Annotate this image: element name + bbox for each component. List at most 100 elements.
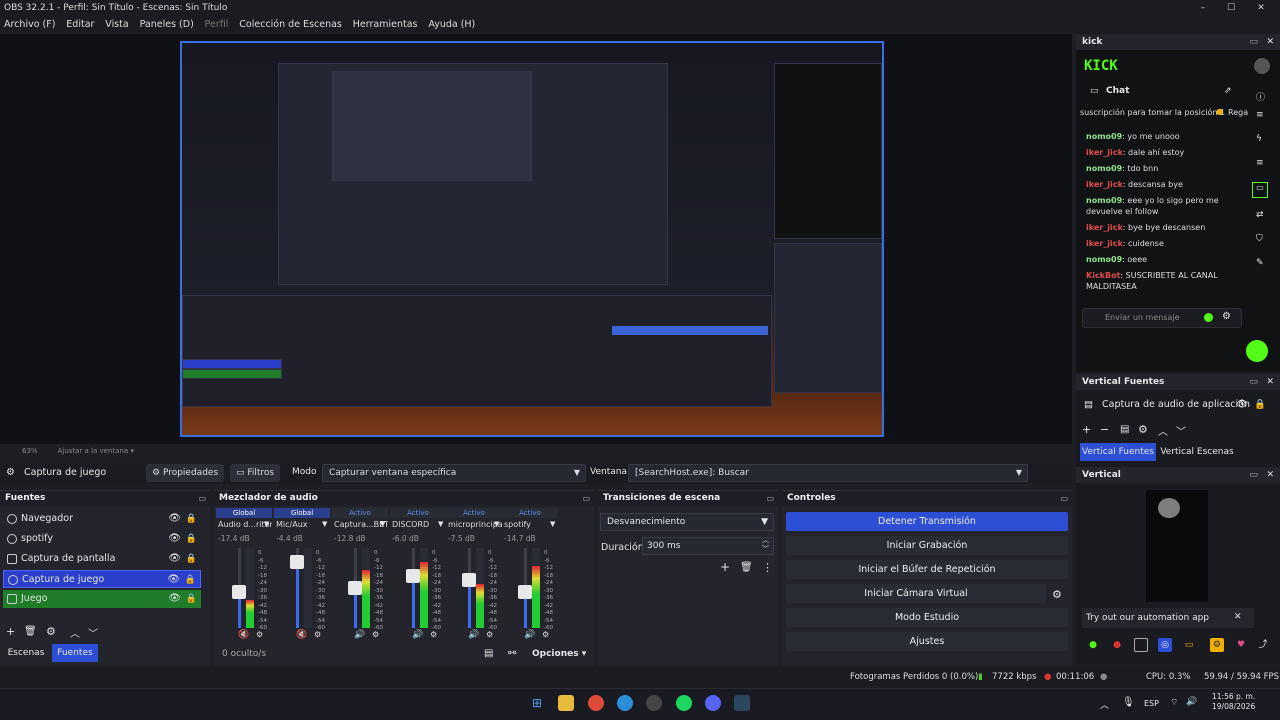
source-item[interactable]: Navegador 👁 🔒 <box>3 510 201 528</box>
menu-paneles[interactable]: Paneles (D) <box>136 16 198 34</box>
gear-icon[interactable]: ⚙ <box>1210 638 1224 652</box>
more-icon[interactable]: ⋮ <box>762 561 773 574</box>
channel-settings-icon[interactable]: ⚙ <box>256 630 263 639</box>
edge-icon[interactable] <box>617 695 633 711</box>
start-icon[interactable]: ⊞ <box>529 695 545 711</box>
eye-icon[interactable]: 👁 <box>168 550 181 568</box>
tray-chevron-icon[interactable]: ︿ <box>1100 698 1109 711</box>
close-icon[interactable]: ✕ <box>1234 612 1242 622</box>
tab-vertical-sources[interactable]: Vertical Fuentes <box>1080 443 1156 461</box>
lock-icon[interactable]: 🔒 <box>186 590 197 608</box>
trash-icon[interactable]: 🗑 <box>740 562 753 573</box>
camera-icon[interactable]: ▭ <box>1182 638 1196 652</box>
vertical-source-item[interactable]: ▤ Captura de audio de aplicación 👁 🔒 <box>1082 396 1278 414</box>
record-icon[interactable]: ● <box>1110 638 1124 652</box>
wifi-icon[interactable]: ⌔ <box>1170 697 1178 708</box>
tab-vertical-scenes[interactable]: Vertical Escenas <box>1160 443 1234 461</box>
source-item[interactable]: spotify 👁 🔒 <box>3 530 201 548</box>
trash-icon[interactable]: 🗑 <box>24 626 37 637</box>
options-button[interactable]: Opciones ▾ <box>532 649 586 659</box>
channel-settings-icon[interactable]: ⚙ <box>486 630 493 639</box>
duration-input[interactable]: 300 ms ︿ ﹀ <box>642 536 774 555</box>
volume-icon[interactable]: 🔊 <box>1186 697 1197 707</box>
folder-icon[interactable] <box>558 695 574 711</box>
gear-icon[interactable]: ⚙ <box>1222 311 1231 322</box>
tab-scenes[interactable]: Escenas <box>4 644 48 662</box>
mute-icon[interactable]: 🔇 <box>296 630 307 640</box>
channel-settings-icon[interactable]: ⚙ <box>542 630 549 639</box>
add-icon[interactable]: + <box>1082 423 1091 436</box>
automation-banner[interactable]: Try out our automation app <box>1082 608 1254 628</box>
speaker-icon[interactable]: 🔊 <box>412 630 423 640</box>
eye-icon[interactable]: 👁 <box>168 510 181 528</box>
fit-mode[interactable]: Ajustar a la ventana <box>58 447 129 455</box>
filters-button[interactable]: ▭ Filtros <box>230 464 281 482</box>
vertical-preview[interactable] <box>1146 490 1208 602</box>
speaker-icon[interactable]: 🔊 <box>354 630 365 640</box>
steam-icon[interactable] <box>734 695 750 711</box>
channel-settings-icon[interactable]: ⚙ <box>314 630 321 639</box>
channel-settings-icon[interactable]: ⚙ <box>430 630 437 639</box>
share-icon[interactable]: ⤴ <box>1256 638 1270 652</box>
mic-icon[interactable]: 🎙 <box>1122 697 1135 708</box>
eye-icon[interactable]: 👁 <box>168 590 181 608</box>
eye-icon[interactable]: 👁 <box>167 571 180 589</box>
chrome-icon[interactable] <box>588 695 604 711</box>
add-icon[interactable]: + <box>720 560 730 574</box>
link-icon[interactable]: ⚯ <box>508 648 516 659</box>
menu-editar[interactable]: Editar <box>62 16 98 34</box>
chevron-down-icon[interactable]: ▼ <box>438 520 443 528</box>
layout-icon[interactable]: ▤ <box>484 648 493 659</box>
lock-icon[interactable]: 🔒 <box>186 550 197 568</box>
chevron-down-icon[interactable]: ▼ <box>322 520 327 528</box>
mode-select[interactable]: Capturar ventana específica ▼ <box>322 464 586 482</box>
close-icon[interactable]: ✕ <box>1246 0 1276 16</box>
source-item[interactable]: Captura de pantalla 👁 🔒 <box>3 550 201 568</box>
arrow-up-icon[interactable]: ︿ <box>70 625 80 640</box>
remove-icon[interactable]: − <box>1100 423 1109 436</box>
transition-select[interactable]: Desvanecimiento ▼ <box>600 513 774 531</box>
arrow-down-icon[interactable]: ﹀ <box>1176 423 1186 438</box>
volume-slider-handle[interactable] <box>462 573 476 587</box>
discord-icon[interactable] <box>705 695 721 711</box>
popout-icon[interactable]: ⇗ <box>1224 86 1232 96</box>
lock-icon[interactable]: 🔒 <box>185 571 196 589</box>
chevron-down-icon[interactable]: ▼ <box>494 520 499 528</box>
tab-sources[interactable]: Fuentes <box>52 644 98 662</box>
gear-icon[interactable]: ⚙ <box>46 625 56 638</box>
volume-slider-handle[interactable] <box>290 555 304 569</box>
arrow-up-icon[interactable]: ︿ <box>1158 423 1168 438</box>
source-item[interactable]: Juego 👁 🔒 <box>3 590 201 608</box>
layout-icon[interactable]: ▤ <box>1120 424 1129 435</box>
start-recording-button[interactable]: Iniciar Grabación <box>786 536 1068 555</box>
speaker-icon[interactable]: 🔊 <box>468 630 479 640</box>
volume-slider-handle[interactable] <box>232 585 246 599</box>
volume-slider-handle[interactable] <box>518 585 532 599</box>
obs-icon[interactable] <box>646 695 662 711</box>
language[interactable]: ESP <box>1144 699 1159 708</box>
menu-perfil[interactable]: Perfil <box>201 16 233 34</box>
chevron-down-icon[interactable]: ▼ <box>264 520 269 528</box>
chevron-down-icon[interactable]: ▼ <box>380 520 385 528</box>
spotify-icon[interactable] <box>676 695 692 711</box>
add-icon[interactable]: + <box>6 625 15 638</box>
volume-slider-handle[interactable] <box>348 581 362 595</box>
chevron-down-icon[interactable]: ▼ <box>550 520 555 528</box>
square-icon[interactable] <box>1134 638 1148 652</box>
replay-icon[interactable]: ◎ <box>1158 638 1172 652</box>
source-item-selected[interactable]: Captura de juego 👁 🔒 <box>3 570 201 588</box>
replay-buffer-button[interactable]: Iniciar el Búfer de Repetición <box>786 560 1068 579</box>
virtual-camera-button[interactable]: Iniciar Cámara Virtual <box>786 584 1046 603</box>
properties-button[interactable]: ⚙ Propiedades <box>146 464 225 482</box>
stop-stream-button[interactable]: Detener Transmisión <box>786 512 1068 531</box>
menu-herramientas[interactable]: Herramientas <box>349 16 422 34</box>
heart-icon[interactable]: ♥ <box>1234 638 1248 652</box>
window-select[interactable]: [SearchHost.exe]: Buscar ▼ <box>628 464 1028 482</box>
maximize-icon[interactable]: ☐ <box>1216 0 1246 16</box>
channel-settings-icon[interactable]: ⚙ <box>372 630 379 639</box>
settings-button[interactable]: Ajustes <box>786 632 1068 651</box>
avatar[interactable] <box>1254 58 1270 74</box>
menu-ayuda[interactable]: Ayuda (H) <box>424 16 479 34</box>
speaker-icon[interactable]: 🔊 <box>524 630 535 640</box>
menu-archivo[interactable]: Archivo (F) <box>0 16 59 34</box>
